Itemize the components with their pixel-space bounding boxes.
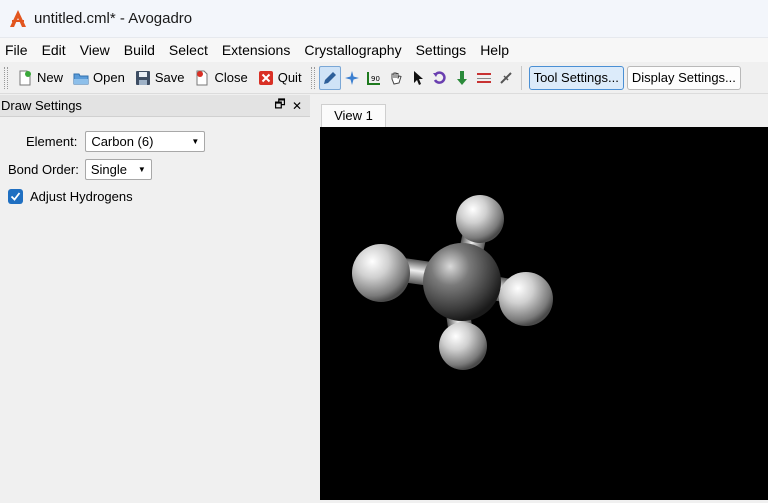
dock-title: Draw Settings — [1, 98, 82, 113]
bond-centric-tool-button[interactable] — [495, 66, 517, 90]
quit-icon — [258, 70, 273, 85]
element-row: Element: Carbon (6) ▼ — [26, 131, 206, 152]
adjust-hydrogens-row[interactable]: Adjust Hydrogens — [8, 189, 133, 204]
autoopt-tool-button[interactable] — [451, 66, 473, 90]
bond-order-combo[interactable]: Single ▼ — [84, 159, 152, 180]
hydrogen-atom-top — [456, 195, 504, 243]
close-label: Close — [214, 70, 248, 85]
align-icon — [476, 72, 491, 83]
quit-label: Quit — [277, 70, 302, 85]
float-dock-icon[interactable]: 🗗 — [273, 95, 287, 116]
bond-order-row: Bond Order: Single ▼ — [8, 159, 152, 180]
menu-select[interactable]: Select — [162, 38, 215, 62]
select-tool-button[interactable] — [407, 66, 429, 90]
pencil-icon — [323, 71, 336, 84]
quit-button[interactable]: Quit — [253, 65, 307, 91]
menu-edit[interactable]: Edit — [35, 38, 73, 62]
carbon-atom — [423, 243, 501, 321]
avogadro-logo-icon — [10, 9, 26, 27]
bond-icon — [499, 71, 512, 84]
navigate-tool-button[interactable] — [341, 66, 363, 90]
close-dock-icon[interactable]: ✕ — [290, 99, 304, 113]
arrow-pointer-icon — [413, 70, 423, 85]
toolbar-handle-2[interactable] — [310, 66, 315, 89]
window-title: untitled.cml* - Avogadro — [34, 10, 193, 27]
measure-tool-button[interactable]: 90 — [363, 66, 385, 90]
open-folder-icon — [73, 73, 89, 84]
element-combo[interactable]: Carbon (6) ▼ — [85, 131, 206, 152]
new-label: New — [37, 70, 64, 85]
hydrogen-atom-right — [499, 272, 553, 326]
adjust-hydrogens-checkbox[interactable] — [8, 189, 23, 204]
save-label: Save — [154, 70, 185, 85]
svg-text:90: 90 — [371, 75, 380, 83]
hydrogen-atom-bottom — [439, 322, 487, 370]
rotate-icon — [432, 70, 446, 84]
tool-settings-button[interactable]: Tool Settings... — [528, 65, 624, 90]
optimize-icon — [456, 70, 467, 85]
close-button[interactable]: Close — [189, 65, 252, 91]
bond-order-value: Single — [90, 162, 127, 177]
menu-file[interactable]: File — [0, 38, 35, 62]
draw-tool-button[interactable] — [318, 65, 341, 90]
checkmark-icon — [10, 192, 21, 201]
tab-view-1[interactable]: View 1 — [321, 104, 386, 128]
adjust-hydrogens-label: Adjust Hydrogens — [30, 189, 133, 204]
menu-help[interactable]: Help — [473, 38, 516, 62]
menu-view[interactable]: View — [73, 38, 117, 62]
toolbar-handle[interactable] — [4, 66, 8, 89]
chevron-down-icon: ▼ — [191, 137, 200, 146]
menu-bar: File Edit View Build Select Extensions C… — [0, 38, 768, 62]
hand-icon — [391, 72, 402, 85]
measure-angle-icon: 90 — [366, 71, 380, 85]
molecule-viewport[interactable] — [320, 127, 768, 500]
view-tab-bar: View 1 — [320, 95, 768, 128]
manipulate-tool-button[interactable] — [385, 66, 407, 90]
new-file-icon — [19, 70, 31, 85]
bond-order-label: Bond Order: — [8, 162, 79, 177]
display-settings-button[interactable]: Display Settings... — [626, 65, 741, 90]
element-value: Carbon (6) — [91, 134, 154, 149]
menu-extensions[interactable]: Extensions — [215, 38, 297, 62]
save-button[interactable]: Save — [130, 65, 190, 91]
autorotate-tool-button[interactable] — [429, 66, 451, 90]
main-toolbar: New Open Save Close Quit 90 Tool Setting… — [0, 62, 768, 94]
new-button[interactable]: New — [12, 65, 68, 91]
save-disk-icon — [135, 70, 150, 85]
open-label: Open — [93, 70, 125, 85]
element-label: Element: — [26, 134, 78, 149]
view-area: View 1 — [320, 95, 768, 500]
draw-settings-dock: Draw Settings 🗗 ✕ Element: Carbon (6) ▼ … — [0, 95, 310, 500]
title-bar: untitled.cml* - Avogadro — [0, 0, 768, 38]
chevron-down-icon: ▼ — [137, 165, 146, 174]
dock-header: Draw Settings 🗗 ✕ — [0, 95, 310, 117]
methane-molecule — [352, 195, 553, 370]
menu-build[interactable]: Build — [117, 38, 162, 62]
open-button[interactable]: Open — [68, 65, 130, 91]
close-file-icon — [196, 70, 208, 85]
navigate-icon — [344, 70, 359, 85]
hydrogen-atom-left — [352, 244, 410, 302]
align-tool-button[interactable] — [473, 66, 495, 90]
toolbar-separator — [520, 65, 522, 90]
menu-settings[interactable]: Settings — [409, 38, 474, 62]
menu-crystallography[interactable]: Crystallography — [297, 38, 408, 62]
